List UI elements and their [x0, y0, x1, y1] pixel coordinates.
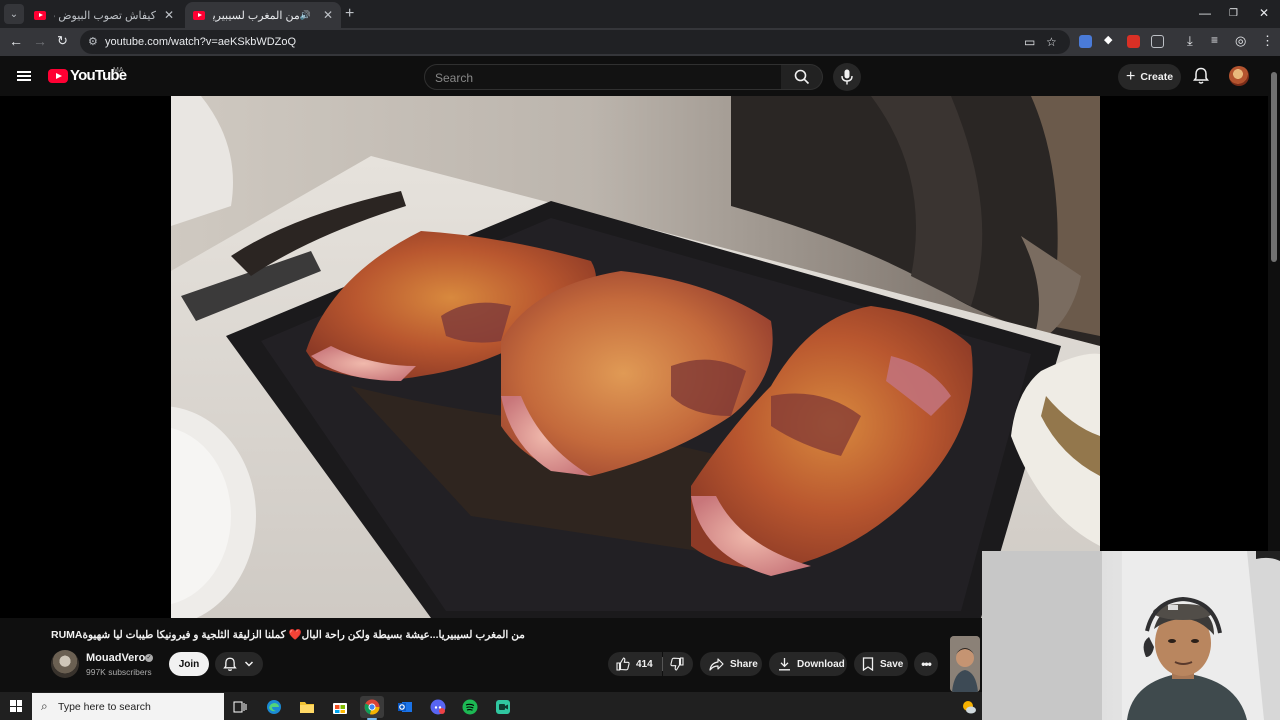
webcam-overlay	[982, 551, 1280, 720]
discord-icon[interactable]	[426, 696, 450, 718]
chrome-menu-icon[interactable]: ⋮	[1261, 33, 1274, 49]
search-box[interactable]	[424, 64, 782, 90]
translate-extension-icon[interactable]	[1079, 35, 1092, 48]
close-window-icon[interactable]: ✕	[1259, 6, 1269, 20]
create-label: Create	[1140, 71, 1174, 83]
youtube-logo-icon[interactable]	[48, 69, 68, 83]
create-button[interactable]: + Create	[1118, 64, 1181, 90]
task-view-icon[interactable]	[228, 696, 252, 718]
video-player[interactable]	[0, 96, 1268, 618]
site-info-icon[interactable]: ⚙	[88, 35, 98, 48]
outlook-icon[interactable]	[393, 696, 417, 718]
reload-icon[interactable]: ↻	[57, 33, 68, 49]
file-explorer-icon[interactable]	[295, 696, 319, 718]
new-tab-button[interactable]: +	[345, 5, 354, 23]
minimize-icon[interactable]: —	[1199, 6, 1211, 20]
url-text: youtube.com/watch?v=aeKSkbWDZoQ	[105, 36, 297, 48]
subscription-notifications-button[interactable]	[215, 652, 263, 676]
share-arrow-icon	[709, 657, 724, 671]
notifications-bell-icon[interactable]	[1193, 67, 1209, 85]
cast-icon[interactable]: ▭	[1024, 35, 1035, 49]
taskbar-search-box[interactable]: ⌕ Type here to search	[32, 693, 224, 720]
extensions-puzzle-icon[interactable]	[1151, 35, 1164, 48]
forward-icon[interactable]: →	[33, 33, 47, 49]
address-bar[interactable]: ⚙ youtube.com/watch?v=aeKSkbWDZoQ ▭ ☆	[80, 30, 1070, 54]
like-count: 414	[636, 658, 653, 670]
taskbar-search-placeholder: Type here to search	[58, 701, 151, 713]
microsoft-store-icon[interactable]	[328, 696, 352, 718]
search-input[interactable]	[435, 71, 765, 85]
reading-list-icon[interactable]: ≡	[1211, 33, 1218, 47]
video-frame[interactable]	[171, 96, 1100, 618]
tab-close-icon[interactable]: ✕	[164, 8, 174, 22]
channel-avatar[interactable]	[51, 650, 79, 678]
speaker-icon[interactable]: 🔊	[300, 10, 311, 21]
download-icon[interactable]: ⤓	[1187, 33, 1193, 49]
weather-icon[interactable]	[961, 699, 977, 715]
like-button[interactable]: 414	[608, 652, 662, 676]
bookmark-star-icon[interactable]: ☆	[1046, 35, 1057, 49]
user-avatar[interactable]	[1229, 66, 1249, 86]
related-video-thumbnail[interactable]	[950, 636, 980, 692]
search-button[interactable]	[781, 64, 823, 90]
join-button[interactable]: Join	[169, 652, 209, 676]
plus-icon: +	[1126, 68, 1136, 85]
video-content-image	[171, 96, 1100, 618]
download-label: Download	[797, 658, 845, 670]
share-button[interactable]: Share	[700, 652, 762, 676]
restore-icon[interactable]: ❐	[1229, 8, 1238, 19]
microphone-icon	[841, 69, 853, 85]
windows-taskbar: ⌕ Type here to search	[0, 692, 982, 720]
camera-app-icon[interactable]	[491, 696, 515, 718]
webcam-image	[982, 551, 1280, 720]
youtube-header: YouTube MA + Create	[0, 56, 1280, 96]
browser-tab-1[interactable]: كيفاش تصوب البيوض ب الاعشاب ✕	[26, 2, 182, 28]
scrollbar-thumb[interactable]	[1271, 72, 1277, 262]
browser-tab-strip: ⌄ كيفاش تصوب البيوض ب الاعشاب ✕ 🔊 من الم…	[0, 0, 1280, 28]
red-extension-icon[interactable]	[1127, 35, 1140, 48]
search-icon: ⌕	[41, 699, 48, 713]
download-icon	[779, 658, 790, 671]
save-label: Save	[880, 658, 904, 670]
chrome-icon[interactable]	[360, 696, 384, 720]
back-icon[interactable]: ←	[9, 33, 23, 49]
country-code: MA	[113, 67, 124, 74]
windows-start-icon[interactable]	[10, 700, 22, 712]
diamond-extension-icon[interactable]: ◆	[1104, 33, 1117, 46]
search-icon	[794, 69, 810, 85]
thumbs-up-icon	[616, 657, 630, 671]
share-label: Share	[730, 658, 758, 670]
spotify-icon[interactable]	[458, 696, 482, 718]
browser-toolbar: ← → ↻ ⚙ youtube.com/watch?v=aeKSkbWDZoQ …	[0, 28, 1280, 56]
thumbnail-image	[950, 636, 980, 692]
browser-tab-2[interactable]: 🔊 من المغرب لسيبيريا...عيشة بـ ✕	[185, 2, 341, 28]
thumbs-down-icon	[670, 657, 684, 671]
subscriber-count: 997K subscribers	[86, 667, 152, 677]
verified-badge-icon: ✓	[145, 654, 153, 662]
dislike-button[interactable]	[663, 652, 693, 676]
save-playlist-icon	[862, 657, 874, 671]
edge-icon[interactable]	[262, 696, 286, 718]
youtube-favicon-icon	[34, 10, 46, 20]
tab-title: من المغرب لسيبيريا...عيشة بـ	[213, 9, 300, 22]
video-title: من المغرب لسيبيريا...عيشة بسيطة ولكن راح…	[51, 629, 525, 641]
save-button[interactable]: Save	[854, 652, 908, 676]
profile-icon[interactable]: ◎	[1235, 33, 1246, 49]
tab-search-button[interactable]: ⌄	[4, 4, 24, 24]
menu-icon[interactable]	[17, 71, 31, 81]
channel-name[interactable]: MouadVero	[86, 652, 145, 664]
bell-icon	[223, 657, 237, 671]
chevron-down-icon	[244, 661, 254, 667]
download-button[interactable]: Download	[769, 652, 847, 676]
tab-title: كيفاش تصوب البيوض ب الاعشاب	[54, 9, 156, 22]
voice-search-button[interactable]	[833, 63, 861, 91]
more-actions-icon[interactable]: •••	[914, 652, 938, 676]
tab-close-icon[interactable]: ✕	[323, 8, 333, 22]
youtube-favicon-icon	[193, 10, 205, 20]
